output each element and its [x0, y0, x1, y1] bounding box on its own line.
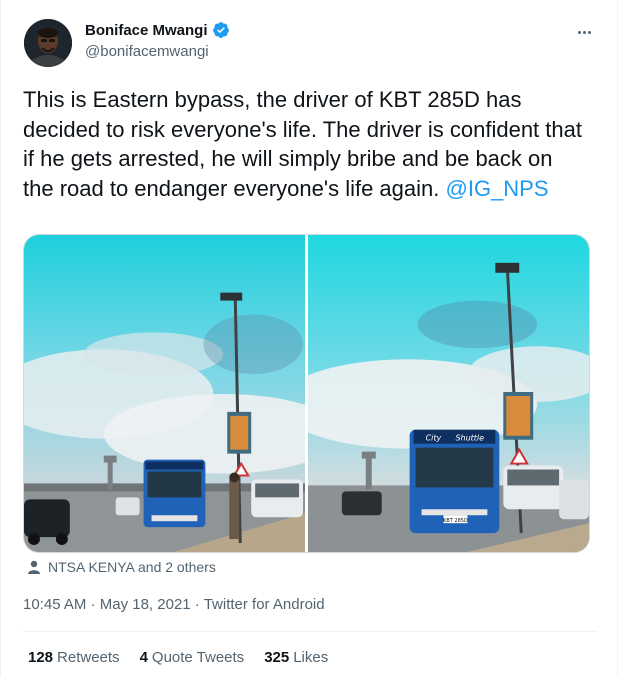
retweets-stat[interactable]: 128 Retweets — [28, 649, 120, 666]
timestamp-row: 10:45 AM · May 18, 2021 · Twitter for An… — [23, 596, 325, 613]
likes-label: Likes — [293, 649, 329, 666]
social-context-text[interactable]: NTSA KENYA and 2 others — [48, 559, 216, 575]
tweet-body: This is Eastern bypass, the driver of KB… — [23, 85, 583, 203]
photo-left[interactable] — [24, 235, 305, 552]
mention-link[interactable]: @IG_NPS — [446, 176, 549, 201]
display-name[interactable]: Boniface Mwangi — [85, 22, 208, 39]
bus-sign-right: Shuttle — [455, 434, 484, 443]
tweet-source[interactable]: Twitter for Android — [204, 596, 325, 613]
verified-badge-icon — [212, 21, 230, 39]
social-context[interactable]: NTSA KENYA and 2 others — [26, 559, 216, 575]
avatar[interactable] — [24, 19, 72, 67]
likes-stat[interactable]: 325 Likes — [264, 649, 328, 666]
media-grid: City Shuttle KBT 285D — [23, 234, 590, 553]
retweets-count: 128 — [28, 649, 54, 666]
author-name-row[interactable]: Boniface Mwangi — [85, 21, 230, 39]
meta-separator-1: · — [86, 596, 100, 613]
divider — [23, 631, 597, 632]
tweet-time[interactable]: 10:45 AM — [23, 596, 86, 613]
quote-tweets-label: Quote Tweets — [151, 649, 245, 666]
engagement-stats: 128 Retweets 4 Quote Tweets 325 Likes — [28, 649, 328, 666]
meta-separator-2: · — [190, 596, 204, 613]
bus-sign-left: City — [426, 434, 442, 443]
quote-tweets-count: 4 — [139, 649, 148, 666]
tweet-card: Boniface Mwangi @bonifacemwangi This is … — [0, 0, 618, 677]
photo-right[interactable]: City Shuttle KBT 285D — [308, 235, 589, 552]
quote-tweets-stat[interactable]: 4 Quote Tweets — [140, 649, 245, 666]
bus-plate: KBT 285D — [443, 518, 468, 524]
more-options-icon[interactable] — [573, 24, 595, 40]
tweet-date[interactable]: May 18, 2021 — [100, 596, 191, 613]
likes-count: 325 — [264, 649, 290, 666]
author-handle[interactable]: @bonifacemwangi — [85, 43, 209, 60]
retweets-label: Retweets — [57, 649, 120, 666]
person-icon — [26, 559, 42, 575]
